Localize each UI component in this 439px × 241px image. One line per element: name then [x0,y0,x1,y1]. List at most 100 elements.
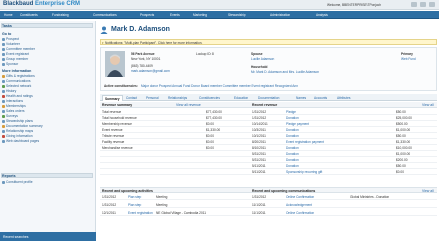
sidebar-item-committee[interactable]: Committee member [6,47,35,51]
sidebar-item-history[interactable]: History [6,89,16,93]
tab-attributes[interactable]: Attributes [337,95,350,101]
sidebar-more-header[interactable]: More information [2,69,31,73]
tab-relationships[interactable]: Relationships [168,95,187,101]
constituent-icon [100,26,108,34]
nav-prospects[interactable]: Prospects [140,13,154,17]
collapse-icon[interactable]: ▾ [102,41,104,45]
logo-accent: Enterprise CRM [35,1,81,7]
sidebar: Tasks Go to Prospect Volunteer Committee… [0,21,96,241]
sales-icon [2,110,5,113]
history-icon [2,90,5,93]
sidebar-goto-header[interactable]: Go to [2,32,11,36]
sidebar-item-giving[interactable]: Giving information [6,134,33,138]
sidebar-item-web-dashboard[interactable]: Web dashboard pages [6,139,39,143]
documentation-icon [2,125,5,128]
main-content: Mark D. Adamson ▾ Notifications: "Multi-… [98,21,439,241]
nav-stewardship[interactable]: Stewardship [228,13,246,17]
sidebar-item-sponsor[interactable]: Sponsor [6,62,18,66]
list-item: 12/1/2011 Event registration NE Global V… [100,210,437,216]
nav-analysis[interactable]: Analysis [316,13,328,17]
spouse-link[interactable]: Lucille Adamson [251,57,274,61]
tab-contact[interactable]: Contact [126,95,137,101]
nav-communications[interactable]: Communications [93,13,117,17]
notification-text[interactable]: Notifications: "Multi-plan Participant".… [105,41,202,45]
sidebar-item-relationship-maps[interactable]: Relationship maps [6,129,33,133]
lookup-id-label: Lookup ID: [196,52,212,56]
sidebar-item-ratings[interactable]: Health and ratings [6,94,33,98]
app-logo[interactable]: Blackbaud Enterprise CRM [3,1,80,7]
constituencies-label: Active constituencies: [104,84,138,88]
recent-searches-label: Recent searches [3,235,29,239]
tab-constituencies[interactable]: Constituencies [199,95,220,101]
sidebar-item-volunteer[interactable]: Volunteer [6,42,20,46]
help-icon[interactable] [411,2,417,7]
tab-names[interactable]: Names [296,95,306,101]
relationship-map-icon [2,130,5,133]
tab-documentation[interactable]: Documentation [258,95,279,101]
nav-marketing[interactable]: Marketing [193,13,207,17]
sidebar-item-gifts[interactable]: Gifts & registrations [6,74,35,78]
survey-icon [2,115,5,118]
primary-label: Primary [401,52,413,56]
nav-events[interactable]: Events [170,13,180,17]
main-nav: Home Constituents Fundraising Communicat… [0,11,439,19]
logout-icon[interactable] [429,2,435,7]
nav-administration[interactable]: Administration [270,13,290,17]
top-bar: Blackbaud Enterprise CRM Welcome, BBENTE… [0,0,439,10]
sidebar-item-sales[interactable]: Sales orders [6,109,25,113]
email-link[interactable]: mark.adamson@gmail.com [131,69,170,73]
recent-searches-bar[interactable]: Recent searches [0,232,96,241]
settings-icon[interactable] [420,2,426,7]
tab-summary[interactable]: Summary [102,95,123,101]
sidebar-tasks-bar[interactable] [1,23,93,28]
tab-personal[interactable]: Personal [146,95,159,101]
primary-link[interactable]: Web Fund [401,57,416,61]
communications-title: Recent and upcoming communications [252,189,316,193]
sidebar-item-stewardship[interactable]: Stewardship plans [6,119,33,123]
page-title: Mark D. Adamson [111,26,170,33]
nav-fundraising[interactable]: Fundraising [52,13,69,17]
profile-panel: 56 Park Avenue New York, NY 10001 (863) … [100,47,437,91]
list-item: 1/31/2012 Plan step Meeting 11/1/2011 Ac… [100,202,437,208]
sidebar-item-communications[interactable]: Communications [6,79,31,83]
constituent-photo [105,51,125,77]
view-all-revenue-link[interactable]: View all revenue [176,103,201,107]
nav-home[interactable]: Home [4,13,13,17]
tab-education[interactable]: Education [234,95,248,101]
sidebar-tasks-header: Tasks [2,24,12,28]
report-icon [2,181,5,184]
mail-icon [2,80,5,83]
tab-accounts[interactable]: Accounts [314,95,327,101]
communications-view-all-link[interactable]: View all [422,189,434,193]
prospect-icon [2,38,5,41]
revenue-header: Revenue summary View all revenue Recent … [100,102,437,108]
recent-view-all-link[interactable]: View all [422,103,434,107]
list-item: 1/31/2012 Plan step Meeting 1/31/2012 On… [100,194,437,200]
household-label: Household [251,65,268,69]
household-link[interactable]: Mr. Mark D. Adamson and Mrs. Lucille Ada… [251,70,319,74]
sidebar-item-constituent-profile[interactable]: Constituent profile [6,180,33,184]
ratings-icon [2,95,5,98]
tab-bar: Summary Contact Personal Relationships C… [100,94,437,101]
sidebar-reports-header: Reports [2,174,16,178]
constituencies-list[interactable]: Major donor Prospect Annual Fund Donor B… [141,84,298,88]
group-member-icon [2,58,5,61]
committee-icon [2,48,5,51]
spouse-label: Spouse [251,52,263,56]
sidebar-item-event-registrant[interactable]: Event registrant [6,52,29,56]
sidebar-item-surveys[interactable]: Surveys [6,114,18,118]
sponsor-icon [2,63,5,66]
notification-bar[interactable]: ▾ Notifications: "Multi-plan Participant… [100,39,437,45]
sidebar-item-group-member[interactable]: Group member [6,57,28,61]
nav-constituents[interactable]: Constituents [20,13,38,17]
sidebar-item-interactions[interactable]: Interactions [6,99,23,103]
sidebar-item-prospect[interactable]: Prospect [6,37,19,41]
sidebar-item-network[interactable]: Selected network [6,84,31,88]
membership-icon [2,105,5,108]
giving-icon [2,135,5,138]
recent-revenue-title: Recent revenue [252,103,278,107]
phone: (863) 780-4409 [131,64,153,68]
sidebar-item-documentation[interactable]: Documentation summary [6,124,43,128]
gift-icon [2,75,5,78]
sidebar-item-memberships[interactable]: Memberships [6,104,26,108]
